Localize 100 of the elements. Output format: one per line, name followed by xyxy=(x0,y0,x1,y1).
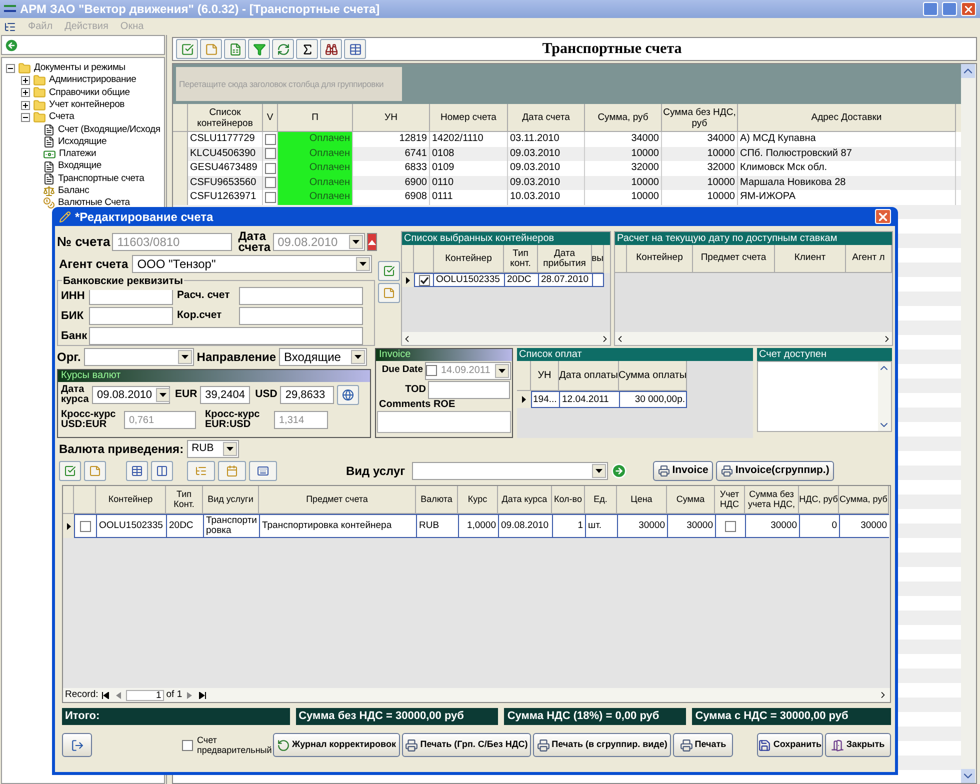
scroll-up-icon[interactable] xyxy=(961,64,975,78)
tree-item[interactable]: Документы и режимы xyxy=(34,61,126,76)
export-button[interactable] xyxy=(62,733,92,757)
tree-item[interactable]: Счета xyxy=(49,110,74,124)
last-record-button[interactable] xyxy=(197,690,208,700)
scroll-down-icon[interactable] xyxy=(961,769,975,783)
note-button[interactable] xyxy=(200,39,222,59)
checkbox[interactable] xyxy=(264,177,276,188)
tree-item[interactable]: Администрирование xyxy=(49,73,136,88)
column-header[interactable]: Сумма оплаты xyxy=(619,361,687,391)
bik-field[interactable] xyxy=(89,307,173,325)
collapse-icon[interactable] xyxy=(21,112,30,122)
tree-button[interactable] xyxy=(187,461,215,481)
collapse-button[interactable] xyxy=(366,233,377,251)
app-menu-icon[interactable] xyxy=(4,20,16,32)
tree-item[interactable]: Платежи xyxy=(59,147,96,162)
print-button[interactable]: Печать (в сгруппир. виде) xyxy=(533,733,671,757)
comments-field[interactable] xyxy=(377,411,511,433)
tree-item[interactable]: Баланс xyxy=(58,184,90,198)
check-button[interactable] xyxy=(176,39,198,59)
eur-rate-field[interactable]: 39,2404 xyxy=(200,386,250,404)
table-cell: 1,0000 xyxy=(458,514,498,538)
check-icon xyxy=(383,265,395,277)
account-field[interactable] xyxy=(239,287,363,305)
tree-item[interactable]: Транспортные счета xyxy=(58,172,144,186)
checkbox[interactable] xyxy=(725,520,736,532)
checkbox[interactable] xyxy=(426,365,437,376)
tod-field[interactable] xyxy=(428,380,510,398)
horizontal-scrollbar[interactable] xyxy=(402,332,610,345)
table-cell: Оплачен xyxy=(278,146,353,161)
check-button[interactable] xyxy=(59,461,81,481)
invoice-button[interactable]: Invoice xyxy=(653,461,714,481)
checkbox[interactable] xyxy=(264,162,276,174)
cross-rate-field[interactable]: 0,761 xyxy=(124,411,196,429)
search-button[interactable] xyxy=(320,39,342,59)
column-header[interactable]: Предмет счета xyxy=(693,245,775,273)
close-button[interactable] xyxy=(875,209,891,224)
tree-item[interactable]: Входящие xyxy=(58,159,102,174)
checkbox[interactable] xyxy=(80,520,91,532)
expand-icon[interactable] xyxy=(21,100,30,110)
org-dropdown[interactable] xyxy=(84,348,194,366)
record-field[interactable]: 1 xyxy=(126,690,164,700)
refresh-button[interactable] xyxy=(272,39,294,59)
checkbox[interactable] xyxy=(182,740,193,750)
filter-button[interactable] xyxy=(248,39,270,59)
usd-rate-field[interactable]: 29,8633 xyxy=(280,386,334,404)
tree-item[interactable]: Исходящие xyxy=(58,134,107,150)
close-button[interactable]: Закрыть xyxy=(825,733,891,757)
columns-button[interactable] xyxy=(151,461,173,481)
first-record-button[interactable] xyxy=(100,690,112,700)
service-dropdown[interactable] xyxy=(412,462,608,480)
note-button[interactable] xyxy=(378,283,400,303)
save-button[interactable]: Сохранить xyxy=(757,733,823,757)
go-icon[interactable] xyxy=(611,463,628,479)
tree-item[interactable]: Учет контейнеров xyxy=(49,98,125,112)
rate-date-field[interactable]: 09.08.2010 xyxy=(92,386,170,404)
print-button[interactable]: Печать xyxy=(673,733,733,757)
checkbox[interactable] xyxy=(264,134,276,145)
close-button[interactable] xyxy=(961,2,976,16)
back-icon[interactable] xyxy=(4,38,19,52)
excel-button[interactable] xyxy=(224,39,246,59)
tree-item[interactable]: Счет (Входящие/Исходя xyxy=(58,122,160,137)
agent-dropdown[interactable]: ООО "Тензор" xyxy=(132,255,372,273)
field-label: ИНН xyxy=(61,288,86,304)
column-header[interactable]: Агент л xyxy=(846,245,892,273)
invoice-button[interactable]: Invoice(сгруппир.) xyxy=(716,461,834,481)
expand-icon[interactable] xyxy=(21,76,30,85)
window-title: АРМ ЗАО "Вектор движения" (6.0.32) - [Транспортные счета] xyxy=(20,1,380,18)
collapse-icon[interactable] xyxy=(6,64,15,73)
currency-dropdown[interactable]: RUB xyxy=(186,440,239,458)
keyboard-button[interactable] xyxy=(249,461,277,481)
column-header[interactable]: УН xyxy=(531,361,559,391)
checkbox[interactable] xyxy=(264,192,276,203)
calendar-button[interactable] xyxy=(218,461,246,481)
table-button[interactable] xyxy=(126,461,148,481)
note-button[interactable] xyxy=(84,461,106,481)
vertical-scrollbar[interactable] xyxy=(878,362,891,431)
column-header[interactable]: Клиент xyxy=(775,245,846,273)
expand-icon[interactable] xyxy=(21,88,30,98)
journal-button[interactable]: Журнал корректировок xyxy=(273,733,400,757)
direction-dropdown[interactable]: Входящие xyxy=(279,348,368,366)
globe-button[interactable] xyxy=(337,385,360,405)
column-header[interactable]: Контейнер xyxy=(627,245,693,273)
column-header[interactable]: Дата оплаты xyxy=(559,361,619,391)
table-button[interactable] xyxy=(344,39,366,59)
horizontal-scrollbar[interactable] xyxy=(615,332,892,345)
tree-item[interactable]: Справочики общие xyxy=(49,86,130,100)
document-icon xyxy=(43,172,55,185)
bank-field[interactable] xyxy=(89,327,363,345)
checkbox[interactable] xyxy=(264,148,276,160)
minimize-button[interactable] xyxy=(923,2,938,16)
field-label: TOD xyxy=(404,383,426,397)
vertical-scrollbar[interactable] xyxy=(961,64,976,783)
check-button[interactable] xyxy=(378,261,400,281)
corr-account-field[interactable] xyxy=(239,307,363,325)
tree-item[interactable]: Валютные Счета xyxy=(58,196,130,211)
restore-button[interactable] xyxy=(942,2,957,16)
print-button[interactable]: Печать (Грп. С/Без НДС) xyxy=(402,733,531,757)
checkbox[interactable] xyxy=(418,274,430,286)
sum-button[interactable] xyxy=(296,39,318,59)
